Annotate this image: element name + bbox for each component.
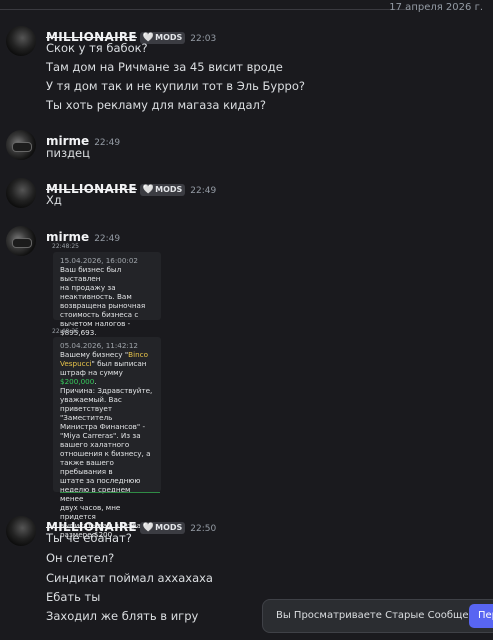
embed-line: Ваш бизнес был выставлен: [60, 265, 122, 283]
role-tag-label: MODS: [155, 523, 183, 532]
message-header: MILLIONAIRE 🤍MODS 22:49: [46, 178, 217, 196]
message-text: Скок у тя бабок?: [46, 41, 148, 55]
message-text: Ты хоть рекламу для магаза кидал?: [46, 98, 266, 112]
embed-text: .: [94, 377, 97, 386]
embed-line: вашего халатного: [60, 440, 130, 449]
avatar[interactable]: [6, 130, 36, 160]
embed-line: штраф на сумму $200,000.: [60, 368, 155, 386]
username[interactable]: mirme: [46, 230, 89, 244]
jump-to-present-button[interactable]: Пер: [469, 604, 493, 628]
embed-line: уважаемый. Вас: [60, 395, 122, 404]
message-header: mirme 22:49: [46, 226, 121, 244]
divider-line: [0, 9, 411, 10]
avatar[interactable]: [6, 226, 36, 256]
notification-embed[interactable]: 15.04.2026, 16:00:02 Ваш бизнес был выст…: [53, 252, 161, 337]
avatar[interactable]: [6, 26, 36, 56]
embed-accent-line: [60, 492, 160, 493]
embed-line: "Miya Carreras". Из за: [60, 431, 141, 440]
timestamp: 22:49: [94, 138, 121, 148]
embed-line: приветствует "Заместитель: [60, 404, 113, 422]
embed-text: " был выписан: [91, 359, 147, 368]
message-text: Синдикат поймал аххахаха: [46, 571, 213, 585]
fine-amount: $200,000: [60, 377, 95, 386]
embed-line: стоимость бизнеса с: [60, 310, 139, 319]
timestamp: 22:03: [190, 34, 217, 44]
helmet-visor-icon: [12, 238, 32, 248]
heart-icon: 🤍: [142, 523, 155, 533]
message-text: Там дом на Ричмане за 45 висит вроде: [46, 60, 283, 74]
embed-line: отношения к бизнесу, а: [60, 449, 151, 458]
embed-timestamp: 22:48:25: [52, 243, 79, 250]
message-header: mirme 22:49: [46, 130, 121, 148]
embed-line: также вашего пребывания в: [60, 458, 114, 476]
business-name: Binco: [128, 350, 148, 359]
message-text: Ты че ебанат?: [46, 531, 132, 545]
message-text: Заходил же блять в игру: [46, 609, 199, 623]
date-divider: 17 апреля 2026 г.: [0, 0, 493, 18]
embed-line: возвращена рыночная: [60, 301, 146, 310]
message-text: пиздец: [46, 146, 90, 160]
message-text: Он слетел?: [46, 551, 115, 565]
toast-label: Вы Просматриваете Старые Сообщения: [276, 610, 488, 621]
message-text: У тя дом так и не купили тот в Эль Бурро…: [46, 79, 305, 93]
embed-date: 15.04.2026, 16:00:02: [60, 256, 139, 265]
role-tag[interactable]: 🤍MODS: [139, 184, 186, 196]
date-divider-label: 17 апреля 2026 г.: [389, 2, 483, 13]
embed-line: Министра Финансов" -: [60, 422, 146, 431]
message-header: MILLIONAIRE 🤍MODS 22:50: [46, 516, 217, 534]
old-messages-toast: Вы Просматриваете Старые Сообщения Пер: [262, 599, 493, 633]
business-name: Vespucci: [60, 359, 92, 368]
embed-line: неактивность. Вам: [60, 292, 132, 301]
message-text: Ебать ты: [46, 590, 101, 604]
role-tag-label: MODS: [155, 33, 183, 42]
embed-line: на продажу за: [60, 283, 116, 292]
avatar[interactable]: [6, 178, 36, 208]
embed-timestamp: 22:48:25: [52, 328, 79, 335]
embed-line: штате за последнюю: [60, 476, 141, 485]
embed-line: Vespucci" был выписан: [60, 359, 155, 368]
embed-text: Вашему бизнесу ": [60, 350, 129, 359]
role-tag-label: MODS: [155, 185, 183, 194]
embed-line: неделю в среднем менее: [60, 485, 131, 503]
embed-text: штраф на сумму: [60, 368, 123, 377]
message-text: Хд: [46, 193, 62, 207]
avatar[interactable]: [6, 516, 36, 546]
timestamp: 22:50: [190, 524, 217, 534]
message-header: MILLIONAIRE 🤍MODS 22:03: [46, 26, 217, 44]
notification-embed[interactable]: 05.04.2026, 11:42:12 Вашему бизнесу "Bin…: [53, 337, 161, 539]
role-tag[interactable]: 🤍MODS: [139, 522, 186, 534]
helmet-visor-icon: [12, 142, 32, 152]
embed-line: Вашему бизнесу "Binco: [60, 350, 155, 359]
embed-line: Причина: Здравствуйте,: [60, 386, 153, 395]
heart-icon: 🤍: [142, 185, 155, 195]
timestamp: 22:49: [94, 234, 121, 244]
timestamp: 22:49: [190, 186, 217, 196]
embed-date: 05.04.2026, 11:42:12: [60, 341, 139, 350]
